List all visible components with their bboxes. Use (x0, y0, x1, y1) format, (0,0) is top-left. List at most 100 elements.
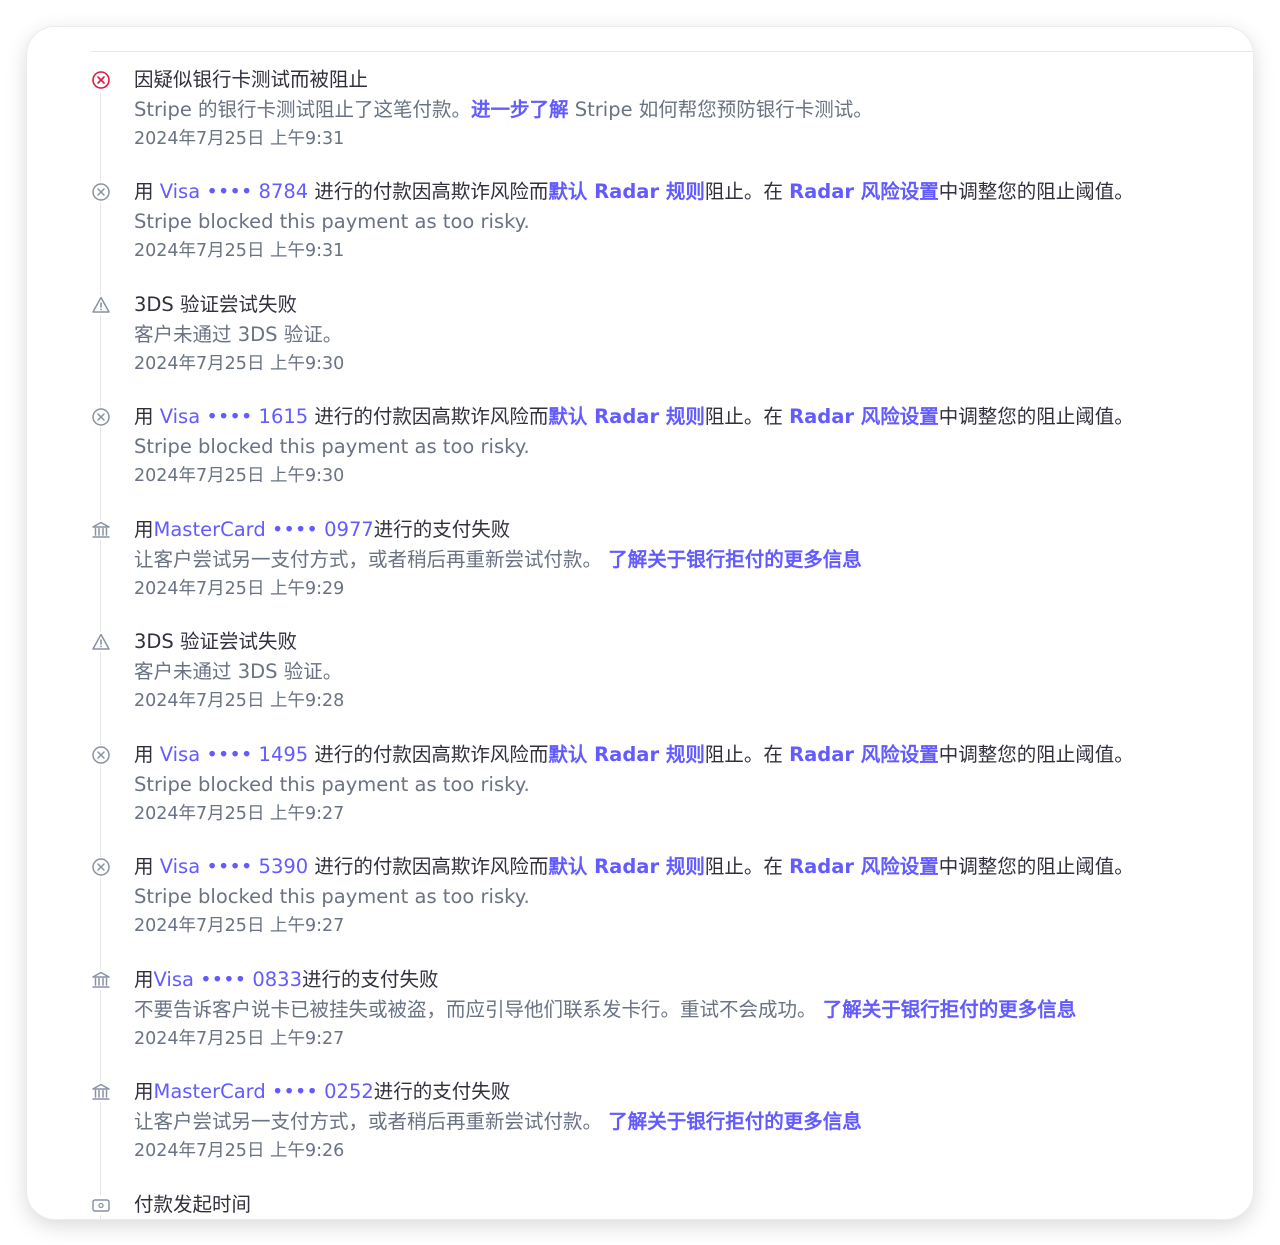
event-timestamp: 2024年7月25日 上午9:30 (134, 354, 345, 374)
event-timestamp: 2024年7月25日 上午9:27 (134, 1029, 345, 1049)
payment-method-link[interactable]: MasterCard •••• 0977 (154, 518, 374, 541)
event-title: 因疑似银行卡测试而被阻止 (134, 67, 368, 93)
text-segment: Stripe blocked this payment as too risky… (134, 435, 530, 458)
text-segment: 用 (134, 855, 160, 878)
event-description: 客户未通过 3DS 验证。 (134, 659, 342, 685)
payment-method-link[interactable]: Visa •••• 8784 (160, 180, 308, 203)
event-description: 不要告诉客户说卡已被挂失或被盗，而应引导他们联系发卡行。重试不会成功。 了解关于… (134, 997, 1076, 1023)
doc-link[interactable]: 了解关于银行拒付的更多信息 (608, 548, 862, 571)
timeline-card: · · · · 因疑似银行卡测试而被阻止 Stripe 的银行卡测试阻止了这笔付款… (27, 27, 1253, 1219)
text-segment: 3DS 验证尝试失败 (134, 293, 297, 316)
event-title: 用 Visa •••• 1495 进行的付款因高欺诈风险而默认 Radar 规则… (134, 742, 1134, 768)
text-segment: 付款发起时间 (134, 1193, 252, 1216)
event-title: 用Visa •••• 0833进行的支付失败 (134, 967, 439, 993)
event-title: 用MasterCard •••• 0252进行的支付失败 (134, 1079, 510, 1105)
text-segment: 客户未通过 3DS 验证。 (134, 660, 343, 683)
event-description: Stripe blocked this payment as too risky… (134, 884, 530, 910)
event-timestamp: 2024年7月25日 上午9:30 (134, 466, 345, 486)
payment-method-link[interactable]: Visa •••• 1615 (160, 405, 308, 428)
text-segment: 用 (134, 180, 160, 203)
x-circle-icon (91, 407, 111, 427)
text-segment: 进行的支付失败 (301, 968, 439, 991)
x-circle-icon (91, 857, 111, 877)
x-circle-icon (91, 182, 111, 202)
event-timestamp: 2024年7月25日 上午9:27 (134, 916, 345, 936)
text-segment: 3DS 验证尝试失败 (134, 630, 297, 653)
text-segment: 进行的付款因高欺诈风险而 (308, 855, 549, 878)
text-segment: 用 (134, 405, 160, 428)
payment-method-link[interactable]: Visa •••• 0833 (154, 968, 302, 991)
text-segment: 进行的付款因高欺诈风险而 (308, 180, 549, 203)
event-timestamp: 2024年7月25日 上午9:26 (134, 1141, 345, 1161)
payment-method-link[interactable]: MasterCard •••• 0252 (154, 1080, 374, 1103)
event-description: Stripe 的银行卡测试阻止了这笔付款。进一步了解 Stripe 如何帮您预防… (134, 97, 873, 123)
text-segment: 客户未通过 3DS 验证。 (134, 323, 343, 346)
doc-link[interactable]: 默认 Radar 规则 (548, 405, 705, 428)
doc-link[interactable]: Radar 风险设置 (789, 405, 939, 428)
event-title: 3DS 验证尝试失败 (134, 292, 297, 318)
doc-link[interactable]: Radar 风险设置 (789, 180, 939, 203)
doc-link[interactable]: 了解关于银行拒付的更多信息 (608, 1110, 862, 1133)
text-segment: 让客户尝试另一支付方式，或者稍后再重新尝试付款。 (134, 1110, 609, 1133)
doc-link[interactable]: 了解关于银行拒付的更多信息 (823, 998, 1077, 1021)
bank-icon (91, 520, 111, 540)
text-segment: 阻止。在 (704, 855, 790, 878)
doc-link[interactable]: Radar 风险设置 (789, 855, 939, 878)
text-segment: 不要告诉客户说卡已被挂失或被盗，而应引导他们联系发卡行。重试不会成功。 (134, 998, 823, 1021)
doc-link[interactable]: 默认 Radar 规则 (548, 743, 705, 766)
doc-link[interactable]: 默认 Radar 规则 (548, 855, 705, 878)
event-description: 让客户尝试另一支付方式，或者稍后再重新尝试付款。 了解关于银行拒付的更多信息 (134, 547, 862, 573)
event-timestamp: 2024年7月25日 上午9:27 (134, 804, 345, 824)
event-title: 付款发起时间 (134, 1192, 251, 1218)
event-description: 客户未通过 3DS 验证。 (134, 322, 342, 348)
event-timestamp: 2024年7月25日 上午9:28 (134, 691, 345, 711)
text-segment: 中调整您的阻止阈值。 (938, 180, 1134, 203)
event-description: Stripe blocked this payment as too risky… (134, 434, 530, 460)
text-segment: 进行的支付失败 (373, 518, 511, 541)
clipped-section-title: · · · · (127, 27, 176, 37)
text-segment: 进行的付款因高欺诈风险而 (308, 405, 549, 428)
text-segment: Stripe 的银行卡测试阻止了这笔付款。 (134, 98, 472, 121)
payment-method-link[interactable]: Visa •••• 1495 (160, 743, 308, 766)
timeline-rail (100, 93, 101, 1219)
text-segment: 中调整您的阻止阈值。 (938, 855, 1134, 878)
x-circle-red-icon (91, 70, 111, 90)
event-title: 用 Visa •••• 5390 进行的付款因高欺诈风险而默认 Radar 规则… (134, 854, 1134, 880)
text-segment: 让客户尝试另一支付方式，或者稍后再重新尝试付款。 (134, 548, 609, 571)
payment-method-link[interactable]: Visa •••• 5390 (160, 855, 308, 878)
event-timestamp: 2024年7月25日 上午9:29 (134, 579, 345, 599)
event-title: 3DS 验证尝试失败 (134, 629, 297, 655)
text-segment: 阻止。在 (704, 405, 790, 428)
section-divider (91, 51, 1253, 52)
warning-triangle-icon (91, 632, 111, 652)
doc-link[interactable]: 默认 Radar 规则 (548, 180, 705, 203)
x-circle-icon (91, 745, 111, 765)
event-description: Stripe blocked this payment as too risky… (134, 772, 530, 798)
event-title: 用 Visa •••• 1615 进行的付款因高欺诈风险而默认 Radar 规则… (134, 404, 1134, 430)
text-segment: Stripe blocked this payment as too risky… (134, 885, 530, 908)
doc-link[interactable]: 进一步了解 (471, 98, 569, 121)
text-segment: 阻止。在 (704, 743, 790, 766)
text-segment: 阻止。在 (704, 180, 790, 203)
event-timestamp: 2024年7月25日 上午9:31 (134, 129, 345, 149)
payment-icon (91, 1195, 111, 1215)
event-title: 用 Visa •••• 8784 进行的付款因高欺诈风险而默认 Radar 规则… (134, 179, 1134, 205)
bank-icon (91, 1082, 111, 1102)
text-segment: 用 (134, 743, 160, 766)
text-segment: 进行的支付失败 (373, 1080, 511, 1103)
event-description: 让客户尝试另一支付方式，或者稍后再重新尝试付款。 了解关于银行拒付的更多信息 (134, 1109, 862, 1135)
event-description: Stripe blocked this payment as too risky… (134, 209, 530, 235)
event-timestamp: 2024年7月25日 上午9:31 (134, 241, 345, 261)
event-title: 用MasterCard •••• 0977进行的支付失败 (134, 517, 510, 543)
doc-link[interactable]: Radar 风险设置 (789, 743, 939, 766)
bank-icon (91, 970, 111, 990)
text-segment: Stripe blocked this payment as too risky… (134, 210, 530, 233)
text-segment: 用 (134, 968, 154, 991)
text-segment: Stripe blocked this payment as too risky… (134, 773, 530, 796)
text-segment: 用 (134, 518, 154, 541)
text-segment: 中调整您的阻止阈值。 (938, 743, 1134, 766)
text-segment: 进行的付款因高欺诈风险而 (308, 743, 549, 766)
text-segment: 用 (134, 1080, 154, 1103)
text-segment: 因疑似银行卡测试而被阻止 (134, 68, 369, 91)
warning-triangle-icon (91, 295, 111, 315)
